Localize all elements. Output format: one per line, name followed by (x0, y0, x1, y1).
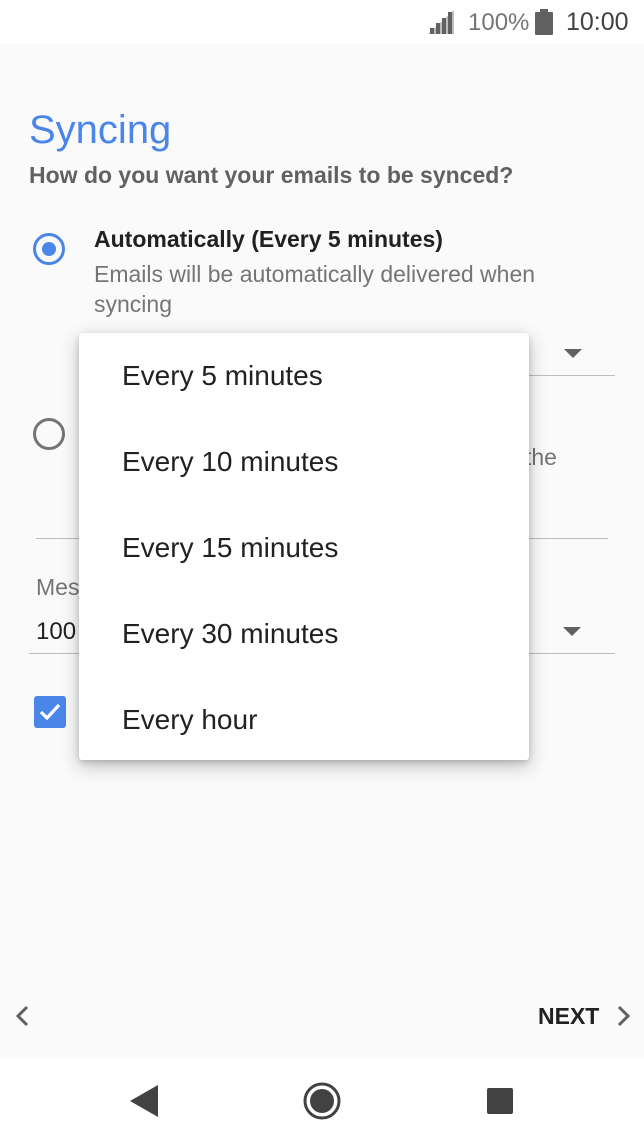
option-manual-description: the (525, 444, 557, 470)
back-icon[interactable] (128, 1083, 160, 1119)
chevron-left-icon[interactable] (12, 1004, 32, 1028)
home-icon[interactable] (302, 1081, 342, 1121)
status-bar: 100% 10:00 (0, 0, 644, 44)
chevron-down-icon[interactable] (563, 627, 581, 636)
clock: 10:00 (566, 8, 629, 36)
radio-automatic[interactable] (33, 233, 65, 265)
battery-percent: 100% (468, 9, 530, 36)
chevron-down-icon[interactable] (564, 349, 582, 358)
page-subtitle: How do you want your emails to be synced… (29, 162, 514, 188)
next-button[interactable]: NEXT (538, 1003, 599, 1030)
option-automatic-title[interactable]: Automatically (Every 5 minutes) (94, 226, 443, 253)
messages-field-value[interactable]: 100 (36, 618, 76, 646)
messages-field-label: Mes (36, 574, 80, 600)
option-automatic-description: Emails will be automatically delivered w… (94, 261, 536, 317)
signal-icon (428, 10, 454, 34)
dropdown-option-hour[interactable]: Every hour (79, 678, 529, 764)
radio-manual[interactable] (33, 418, 65, 450)
battery-icon (535, 9, 553, 35)
dropdown-option-5-min[interactable]: Every 5 minutes (79, 334, 529, 420)
recents-icon[interactable] (487, 1088, 513, 1114)
page-title: Syncing (29, 108, 172, 152)
dropdown-option-15-min[interactable]: Every 15 minutes (79, 506, 529, 592)
frequency-dropdown-menu: Every 5 minutes Every 10 minutes Every 1… (79, 333, 529, 760)
check-icon (39, 703, 61, 721)
checkbox[interactable] (34, 696, 66, 728)
chevron-right-icon[interactable] (614, 1004, 634, 1028)
dropdown-option-10-min[interactable]: Every 10 minutes (79, 420, 529, 506)
dropdown-option-30-min[interactable]: Every 30 minutes (79, 592, 529, 678)
